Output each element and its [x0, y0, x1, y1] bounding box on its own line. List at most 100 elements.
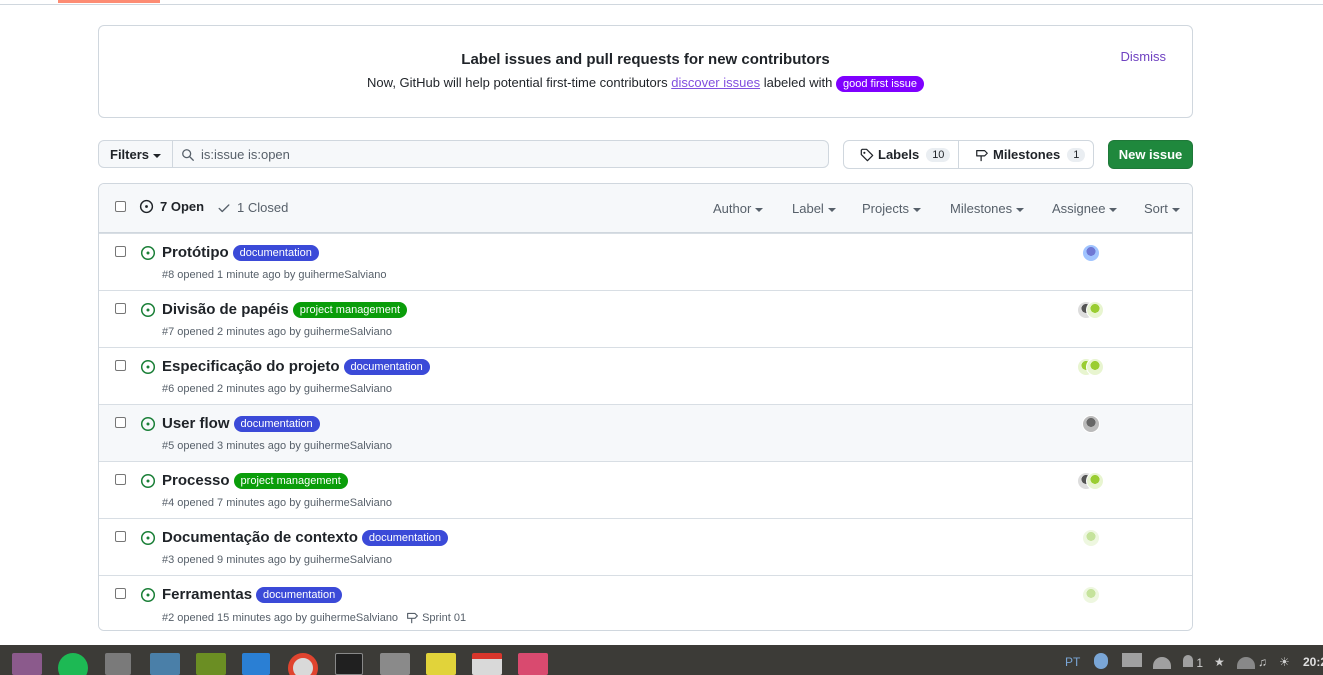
avatar[interactable] [1086, 301, 1104, 319]
assignee-avatars[interactable] [1082, 244, 1100, 262]
filters-button[interactable]: Filters [98, 140, 173, 168]
assignee-avatars[interactable] [1077, 358, 1104, 376]
avatar[interactable] [1082, 244, 1100, 262]
issue-meta: #3 opened 9 minutes ago by guihermeSalvi… [162, 554, 392, 566]
issue-checkbox[interactable] [115, 417, 126, 428]
issue-title-link[interactable]: User flow [162, 415, 230, 432]
avatar[interactable] [1086, 358, 1104, 376]
issue-title-link[interactable]: Ferramentas [162, 586, 252, 603]
issue-label[interactable]: project management [292, 301, 407, 318]
assignee-avatars[interactable] [1082, 529, 1100, 547]
assignee-avatars[interactable] [1082, 415, 1100, 433]
milestones-filter[interactable]: Milestones [950, 201, 1025, 216]
issue-title-link[interactable]: Documentação de contexto [162, 529, 358, 546]
avatar[interactable] [1086, 472, 1104, 490]
issue-checkbox[interactable] [115, 474, 126, 485]
closed-count: 1 Closed [237, 200, 289, 215]
spotify-icon[interactable] [58, 653, 88, 675]
search-icon [182, 149, 194, 161]
issue-title-link[interactable]: Protótipo [162, 244, 229, 261]
active-tab-indicator [58, 0, 160, 3]
issue-meta: #5 opened 3 minutes ago by guihermeSalvi… [162, 440, 392, 452]
notes-icon[interactable] [426, 653, 456, 675]
issue-title-link[interactable]: Especificação do projeto [162, 358, 340, 375]
assignee-filter[interactable]: Assignee [1052, 201, 1118, 216]
terminal-icon[interactable] [335, 653, 363, 675]
discover-issues-link[interactable]: discover issues [671, 75, 760, 90]
music-icon[interactable]: ♫ [1258, 655, 1267, 669]
issue-search[interactable] [172, 140, 829, 168]
milestones-button[interactable]: Milestones 1 [959, 141, 1093, 168]
sort-filter[interactable]: Sort [1144, 201, 1180, 216]
milestone-name: Sprint 01 [422, 611, 467, 624]
milestones-filter-label: Milestones [950, 201, 1013, 216]
issue-row[interactable]: User flow documentation #5 opened 3 minute… [99, 404, 1192, 461]
issue-label[interactable]: project management [233, 472, 348, 489]
issue-checkbox[interactable] [115, 588, 126, 599]
file-manager-icon[interactable] [380, 653, 410, 675]
image-viewer-icon[interactable] [518, 653, 548, 675]
labels-button[interactable]: Labels 10 [844, 141, 959, 168]
chrome-icon[interactable] [288, 653, 318, 675]
brightness-icon[interactable]: ☀ [1279, 655, 1290, 669]
labels-counter: 10 [926, 147, 951, 162]
good-first-issue-label[interactable]: good first issue [835, 76, 924, 92]
avatar[interactable] [1082, 415, 1100, 433]
issue-row[interactable]: Processo project management #4 opened 7 mi… [99, 461, 1192, 518]
milestones-counter: 1 [1067, 147, 1086, 162]
issue-label[interactable]: documentation [232, 244, 319, 261]
issue-checkbox[interactable] [115, 246, 126, 257]
network-icon[interactable] [1237, 657, 1255, 669]
avatar[interactable] [1082, 529, 1100, 547]
issue-row[interactable]: Especificação do projeto documentation #6 … [99, 347, 1192, 404]
open-issues-tab[interactable]: 7 Open [139, 199, 204, 214]
issue-row[interactable]: Divisão de papéis project management #7 op… [99, 290, 1192, 347]
issue-row[interactable]: Protótipo documentation #8 opened 1 minute… [99, 233, 1192, 290]
archive-manager-icon[interactable] [196, 653, 226, 675]
new-issue-button[interactable]: New issue [1108, 140, 1193, 169]
issue-title-link[interactable]: Divisão de papéis [162, 301, 289, 318]
issue-checkbox[interactable] [115, 303, 126, 314]
bluetooth-icon[interactable] [1094, 653, 1108, 669]
repo-nav-underline [0, 0, 1323, 5]
assignee-filter-label: Assignee [1052, 201, 1106, 216]
issue-title-link[interactable]: Processo [162, 472, 230, 489]
wifi-icon[interactable] [1153, 657, 1171, 669]
chevron-down-icon [153, 153, 162, 158]
closed-issues-tab[interactable]: 1 Closed [217, 200, 288, 215]
keyboard-layout[interactable]: PT [1065, 655, 1080, 669]
clock[interactable]: 20:2 [1303, 655, 1323, 669]
vscode-icon[interactable] [242, 653, 270, 675]
issue-label[interactable]: documentation [343, 358, 430, 375]
issues-list-header: 7 Open 1 Closed Author Label Projects Mi… [99, 184, 1192, 233]
issue-meta: #8 opened 1 minute ago by guihermeSalvia… [162, 269, 386, 281]
calculator-icon[interactable] [105, 653, 131, 675]
issue-milestone[interactable]: Sprint 01 [406, 611, 466, 624]
issue-checkbox[interactable] [115, 360, 126, 371]
menu-icon[interactable] [1122, 653, 1142, 667]
avatar[interactable] [1082, 586, 1100, 604]
issue-label[interactable]: documentation [361, 529, 449, 546]
search-input[interactable] [201, 141, 821, 167]
issue-row[interactable]: Documentação de contexto documentation #3 … [99, 518, 1192, 575]
download-icon[interactable] [472, 653, 502, 675]
select-all-checkbox[interactable] [115, 201, 126, 212]
issue-meta-text: #3 opened 9 minutes ago by guihermeSalvi… [162, 554, 392, 566]
issue-checkbox[interactable] [115, 531, 126, 542]
issue-row[interactable]: Ferramentas documentation #2 opened 15 min… [99, 575, 1192, 630]
issue-label[interactable]: documentation [233, 415, 320, 432]
assignee-avatars[interactable] [1082, 586, 1100, 604]
app-launcher-icon[interactable] [12, 653, 42, 675]
banner-text: Now, GitHub will help potential first-ti… [99, 75, 1192, 92]
issue-label[interactable]: documentation [256, 586, 343, 603]
dismiss-button[interactable]: Dismiss [1121, 49, 1167, 64]
chevron-down-icon [1109, 207, 1118, 212]
screenshot-icon[interactable] [150, 653, 180, 675]
assignee-avatars[interactable] [1077, 472, 1104, 490]
notifications-indicator[interactable]: 1 [1183, 655, 1203, 670]
assignee-avatars[interactable] [1077, 301, 1104, 319]
author-filter[interactable]: Author [713, 201, 764, 216]
label-filter[interactable]: Label [792, 201, 836, 216]
star-icon[interactable]: ★ [1214, 655, 1225, 669]
projects-filter[interactable]: Projects [862, 201, 921, 216]
